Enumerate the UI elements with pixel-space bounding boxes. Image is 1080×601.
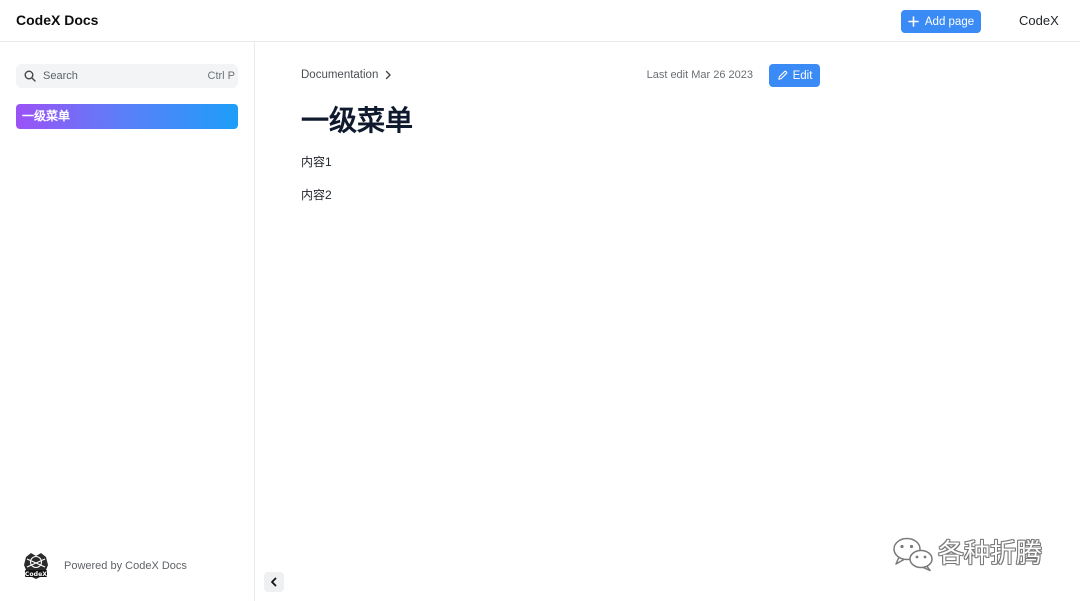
search-icon — [24, 70, 36, 82]
search-shortcut: Ctrl P — [207, 69, 236, 82]
plus-icon — [908, 16, 919, 27]
chevron-left-icon — [270, 577, 278, 587]
wechat-icon — [892, 536, 934, 572]
edit-label: Edit — [792, 69, 813, 82]
logo-lettering: CodeX — [25, 571, 47, 578]
content-paragraph: 内容2 — [301, 188, 332, 202]
pencil-icon — [777, 70, 788, 81]
chevron-right-icon — [385, 70, 392, 80]
codex-logo-icon: CodeX — [22, 551, 50, 581]
sidebar-collapse-button[interactable] — [264, 572, 284, 592]
breadcrumb: Documentation — [301, 68, 392, 82]
sidebar-item-first-level-menu[interactable]: 一级菜单 — [16, 104, 238, 129]
page-title: 一级菜单 — [301, 105, 414, 136]
add-page-button[interactable]: Add page — [901, 10, 981, 33]
edit-button[interactable]: Edit — [769, 64, 820, 87]
watermark-text: 各种折腾 — [938, 538, 1043, 568]
sidebar: Search Ctrl P 一级菜单 CodeX Powered by Code… — [0, 42, 255, 601]
last-edit-timestamp: Last edit Mar 26 2023 — [646, 69, 753, 81]
breadcrumb-item-documentation[interactable]: Documentation — [301, 68, 378, 82]
content-paragraph: 内容1 — [301, 155, 332, 169]
search-label: Search — [43, 69, 78, 82]
top-bar: CodeX Docs Add page CodeX — [0, 0, 1080, 42]
app-title[interactable]: CodeX Docs — [16, 12, 98, 29]
powered-by-text: Powered by CodeX Docs — [64, 560, 187, 572]
search-box[interactable]: Search Ctrl P — [16, 64, 238, 88]
user-menu[interactable]: CodeX — [1019, 13, 1059, 28]
add-page-label: Add page — [924, 15, 975, 28]
